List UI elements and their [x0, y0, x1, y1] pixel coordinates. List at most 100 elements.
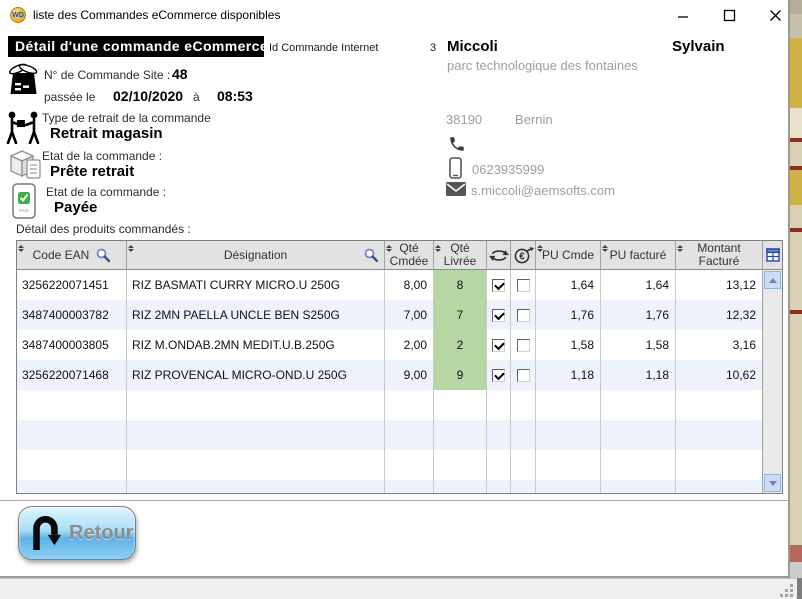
header-designation[interactable]: Désignation: [127, 241, 385, 269]
minimize-button[interactable]: [667, 4, 699, 26]
products-section-label: Détail des produits commandés :: [16, 222, 191, 236]
cell-price-checkbox[interactable]: [511, 330, 536, 360]
table-row[interactable]: 3487400003782 RIZ 2MN PAELLA UNCLE BEN S…: [17, 300, 762, 330]
header-pu-facture[interactable]: PU facturé: [601, 241, 676, 269]
cell-sync-checkbox[interactable]: [487, 300, 511, 330]
cell-qty-delivered: 2: [434, 330, 487, 360]
postal-code: 38190: [446, 112, 482, 127]
header-pu-cmde[interactable]: PU Cmde: [536, 241, 601, 269]
order-time: 08:53: [217, 88, 253, 104]
pickup-type-label: Type de retrait de la commande: [42, 111, 211, 125]
cell-price-checkbox[interactable]: [511, 270, 536, 300]
sort-arrows-icon: [435, 242, 443, 253]
cell-qty-delivered: 9: [434, 360, 487, 390]
background-window-sliver: [790, 0, 802, 578]
table-header-row: Code EAN Désignation Qté Cmdée: [17, 241, 762, 270]
cell-montant: 12,32: [676, 300, 762, 330]
cell-designation: RIZ PROVENCAL MICRO-OND.U 250G: [127, 360, 385, 390]
products-table-content: Code EAN Désignation Qté Cmdée: [17, 241, 762, 493]
header-qty-delivered-label: Qté Livrée: [444, 242, 477, 267]
empty-row: [17, 390, 762, 420]
cell-price-checkbox[interactable]: [511, 300, 536, 330]
app-icon: WD: [10, 7, 26, 23]
phone-icon: [448, 135, 466, 153]
cell-pu-facture: 1,58: [601, 330, 676, 360]
checkbox-checked[interactable]: [492, 339, 505, 352]
euro-coin-icon: €: [513, 246, 534, 264]
window-title: liste des Commandes eCommerce disponible…: [33, 8, 280, 22]
cell-sync-checkbox[interactable]: [487, 360, 511, 390]
maximize-button[interactable]: [713, 4, 745, 26]
cell-qty-delivered: 8: [434, 270, 487, 300]
header-qty-delivered[interactable]: Qté Livrée: [434, 241, 487, 269]
checkbox-checked[interactable]: [492, 369, 505, 382]
table-menu-corner[interactable]: [763, 241, 782, 270]
mobile-number: 0623935999: [472, 162, 544, 177]
cell-pu-cmde: 1,64: [536, 270, 601, 300]
scroll-down-button[interactable]: [764, 474, 781, 492]
scroll-down-icon: [769, 481, 777, 490]
payment-state-value: Payée: [54, 199, 97, 216]
table-row[interactable]: 3256220071468 RIZ PROVENCAL MICRO-OND.U …: [17, 360, 762, 390]
back-button[interactable]: Retour: [18, 506, 136, 560]
order-detail-window: WD liste des Commandes eCommerce disponi…: [0, 0, 790, 578]
cell-price-checkbox[interactable]: [511, 360, 536, 390]
checkbox-unchecked[interactable]: [517, 339, 530, 352]
header-code-ean[interactable]: Code EAN: [17, 241, 127, 269]
cell-qty-ordered: 8,00: [385, 270, 434, 300]
resize-grip-icon[interactable]: [779, 583, 794, 598]
checkbox-unchecked[interactable]: [517, 309, 530, 322]
city: Bernin: [515, 112, 553, 127]
empty-row: [17, 420, 762, 450]
customer-address: parc technologique des fontaines: [447, 58, 638, 73]
sort-arrows-icon: [386, 242, 394, 253]
internet-order-id-value: 3: [430, 42, 436, 54]
empty-row: [17, 450, 762, 480]
cell-pu-cmde: 1,58: [536, 330, 601, 360]
parent-window-edge: [797, 578, 802, 599]
header-sync-column[interactable]: [487, 241, 511, 269]
header-qty-ordered-label: Qté Cmdée: [390, 242, 429, 267]
cell-montant: 3,16: [676, 330, 762, 360]
header-qty-ordered[interactable]: Qté Cmdée: [385, 241, 434, 269]
cell-ean: 3256220071451: [17, 270, 127, 300]
cell-sync-checkbox[interactable]: [487, 330, 511, 360]
table-row[interactable]: 3256220071451 RIZ BASMATI CURRY MICRO.U …: [17, 270, 762, 300]
sort-arrows-icon: [602, 242, 610, 253]
header-price-column[interactable]: €: [511, 241, 536, 269]
close-button[interactable]: [759, 4, 790, 26]
checkbox-checked[interactable]: [492, 279, 505, 292]
checkbox-unchecked[interactable]: [517, 369, 530, 382]
table-grid-icon[interactable]: [766, 248, 780, 262]
cell-qty-ordered: 7,00: [385, 300, 434, 330]
table-scrollbar[interactable]: [762, 241, 782, 493]
internet-order-id-label: Id Commande Internet: [269, 42, 378, 54]
table-row[interactable]: 3487400003805 RIZ M.ONDAB.2MN MEDIT.U.B.…: [17, 330, 762, 360]
header-montant-label: Montant Facturé: [697, 242, 740, 267]
cell-sync-checkbox[interactable]: [487, 270, 511, 300]
search-icon[interactable]: [364, 248, 378, 262]
parent-window-bottom-bar: [0, 578, 802, 599]
title-bar[interactable]: WD liste des Commandes eCommerce disponi…: [0, 0, 788, 30]
handover-icon: [4, 110, 42, 144]
svg-text:€: €: [519, 252, 525, 263]
header-montant-facture[interactable]: Montant Facturé: [676, 241, 762, 269]
search-icon[interactable]: [96, 248, 110, 262]
sort-arrows-icon: [18, 242, 26, 253]
scroll-up-button[interactable]: [764, 271, 781, 289]
products-table: Code EAN Désignation Qté Cmdée: [16, 240, 783, 494]
cell-qty-ordered: 2,00: [385, 330, 434, 360]
cell-qty-ordered: 9,00: [385, 360, 434, 390]
header-code-ean-label: Code EAN: [33, 249, 90, 262]
site-order-number: 48: [172, 66, 188, 82]
checkbox-checked[interactable]: [492, 309, 505, 322]
cell-montant: 13,12: [676, 270, 762, 300]
at-label: à: [193, 90, 200, 104]
desktop: WD liste des Commandes eCommerce disponi…: [0, 0, 802, 599]
sync-arrows-icon: [489, 247, 509, 264]
paid-phone-icon: PAID: [12, 183, 38, 220]
checkbox-unchecked[interactable]: [517, 279, 530, 292]
cell-designation: RIZ BASMATI CURRY MICRO.U 250G: [127, 270, 385, 300]
cell-pu-cmde: 1,76: [536, 300, 601, 330]
cell-pu-facture: 1,18: [601, 360, 676, 390]
